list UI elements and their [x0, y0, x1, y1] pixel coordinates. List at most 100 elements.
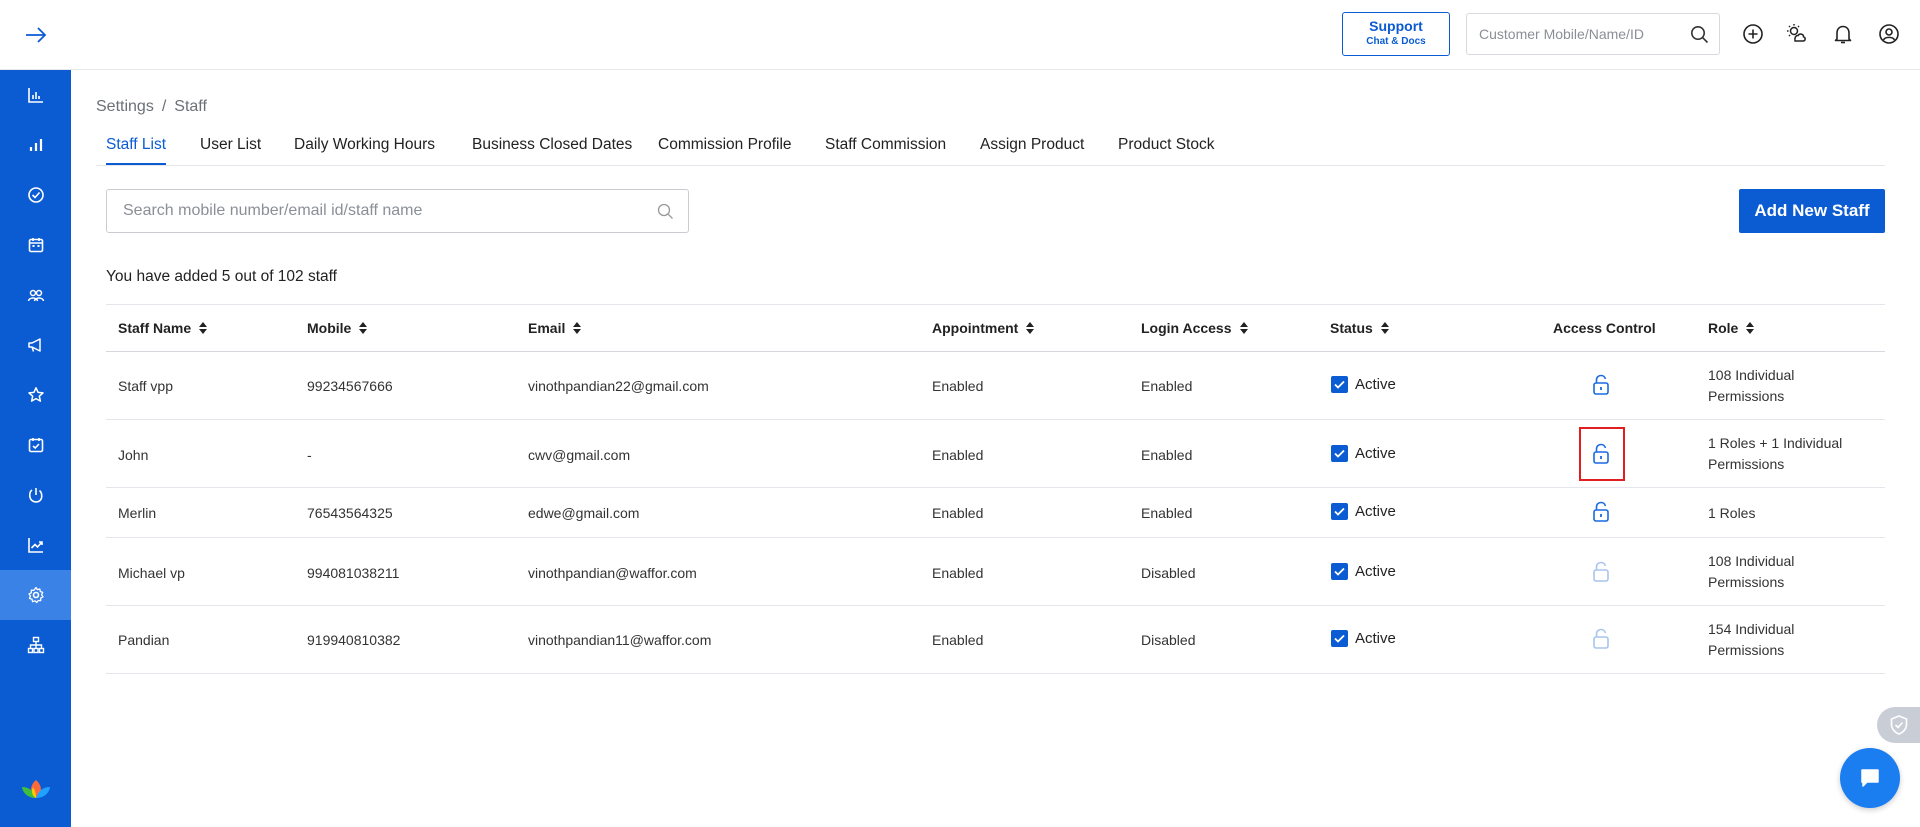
sidebar-item-marketing[interactable]: [0, 320, 71, 370]
tab-staff-commission[interactable]: Staff Commission: [825, 136, 946, 154]
tab-user-list[interactable]: User List: [200, 136, 261, 154]
header-email[interactable]: Email: [528, 320, 582, 336]
bell-icon: [1834, 25, 1852, 44]
staff-table: Staff Name Mobile Email Appointment Logi…: [106, 304, 1885, 674]
sidebar-item-reports[interactable]: [0, 70, 71, 120]
star-icon: [27, 387, 44, 402]
header-role[interactable]: Role: [1708, 320, 1755, 336]
search-icon[interactable]: [657, 203, 674, 220]
arrow-right-icon: [25, 26, 46, 43]
shield-icon: [1890, 715, 1907, 735]
breadcrumb-parent[interactable]: Settings: [96, 98, 154, 115]
plus-circle-icon: [1743, 24, 1763, 44]
check-icon: [1334, 449, 1345, 458]
header-label: Role: [1708, 320, 1739, 336]
sidebar-item-reviews[interactable]: [0, 370, 71, 420]
sidebar-item-organization[interactable]: [0, 620, 71, 670]
sidebar-item-customers[interactable]: [0, 270, 71, 320]
lock-open-icon[interactable]: [1591, 374, 1611, 396]
lock-open-icon[interactable]: [1591, 443, 1611, 465]
org-chart-icon: [27, 636, 44, 654]
tab-product-stock[interactable]: Product Stock: [1118, 136, 1215, 154]
sort-icon: [1026, 322, 1035, 334]
security-badge[interactable]: [1877, 707, 1920, 743]
header-status[interactable]: Status: [1330, 320, 1389, 336]
tab-commission-profile[interactable]: Commission Profile: [658, 136, 792, 154]
header-label: Staff Name: [118, 320, 192, 336]
table-header: Staff Name Mobile Email Appointment Logi…: [106, 304, 1885, 352]
staff-count-text: You have added 5 out of 102 staff: [106, 268, 337, 285]
check-icon: [1334, 380, 1345, 389]
header-mobile[interactable]: Mobile: [307, 320, 368, 336]
header-appointment[interactable]: Appointment: [932, 320, 1035, 336]
people-icon: [27, 289, 44, 302]
chat-button[interactable]: [1840, 748, 1900, 808]
notifications-button[interactable]: [1831, 22, 1855, 46]
sort-icon: [199, 322, 208, 334]
cell-mobile: -: [307, 447, 312, 463]
sidebar-item-calendar[interactable]: [0, 220, 71, 270]
header-login-access[interactable]: Login Access: [1141, 320, 1248, 336]
sidebar-item-tasks[interactable]: [0, 170, 71, 220]
staff-search-input[interactable]: [107, 190, 647, 232]
calendar-check-icon: [28, 438, 43, 453]
status-checkbox[interactable]: [1331, 376, 1348, 393]
trend-icon: [27, 538, 43, 553]
top-bar: Support Chat & Docs: [71, 0, 1920, 70]
sort-icon: [573, 322, 582, 334]
add-new-staff-button[interactable]: Add New Staff: [1739, 189, 1885, 233]
cell-role: 1 Roles: [1708, 505, 1756, 521]
status-label: Active: [1355, 376, 1396, 393]
lock-open-icon[interactable]: [1591, 501, 1611, 523]
table-row: Staff vpp 99234567666 vinothpandian22@gm…: [106, 352, 1885, 420]
customer-search-input[interactable]: [1467, 26, 1677, 42]
cell-status: Active: [1331, 503, 1396, 520]
sidebar-item-insights[interactable]: [0, 520, 71, 570]
search-icon[interactable]: [1690, 25, 1709, 44]
cell-appointment: Enabled: [932, 378, 984, 394]
cell-login-access: Enabled: [1141, 447, 1193, 463]
cell-mobile: 994081038211: [307, 565, 400, 581]
header-staff-name[interactable]: Staff Name: [118, 320, 208, 336]
cell-login-access: Enabled: [1141, 505, 1193, 521]
status-checkbox[interactable]: [1331, 503, 1348, 520]
status-label: Active: [1355, 630, 1396, 647]
tab-staff-list[interactable]: Staff List: [106, 136, 166, 154]
cell-mobile: 919940810382: [307, 632, 401, 648]
megaphone-icon: [27, 338, 41, 352]
status-checkbox[interactable]: [1331, 630, 1348, 647]
cell-status: Active: [1331, 563, 1396, 580]
cell-mobile: 76543564325: [307, 505, 393, 521]
expand-sidebar-button[interactable]: [0, 0, 71, 70]
cell-email: vinothpandian22@gmail.com: [528, 378, 709, 394]
header-label: Email: [528, 320, 566, 336]
cell-status: Active: [1331, 630, 1396, 647]
sidebar-item-services[interactable]: [0, 470, 71, 520]
tab-daily-working-hours[interactable]: Daily Working Hours: [294, 136, 435, 154]
support-button[interactable]: Support Chat & Docs: [1342, 12, 1450, 56]
cell-role: 154 Individual Permissions: [1708, 621, 1795, 658]
tab-assign-product[interactable]: Assign Product: [980, 136, 1084, 154]
tab-bar: Staff List User List Daily Working Hours…: [96, 130, 1885, 166]
breadcrumb-current: Staff: [174, 98, 207, 115]
status-checkbox[interactable]: [1331, 563, 1348, 580]
sidebar-item-appointments[interactable]: [0, 420, 71, 470]
lock-disabled-icon: [1593, 628, 1609, 649]
tab-business-closed-dates[interactable]: Business Closed Dates: [472, 136, 632, 154]
cell-role: 108 Individual Permissions: [1708, 367, 1795, 404]
cell-appointment: Enabled: [932, 505, 984, 521]
add-button[interactable]: [1741, 22, 1765, 46]
status-checkbox[interactable]: [1331, 445, 1348, 462]
cell-login-access: Disabled: [1141, 632, 1196, 648]
profile-button[interactable]: [1877, 22, 1901, 46]
status-label: Active: [1355, 445, 1396, 462]
status-label: Active: [1355, 563, 1396, 580]
cell-email: vinothpandian11@waffor.com: [528, 632, 712, 648]
calendar-icon: [28, 238, 43, 253]
header-label: Login Access: [1141, 320, 1232, 336]
sidebar-item-analytics[interactable]: [0, 120, 71, 170]
sidebar-item-settings[interactable]: [0, 570, 71, 620]
check-icon: [1334, 507, 1345, 516]
weather-button[interactable]: [1785, 22, 1809, 46]
hand-icon: [28, 488, 43, 503]
